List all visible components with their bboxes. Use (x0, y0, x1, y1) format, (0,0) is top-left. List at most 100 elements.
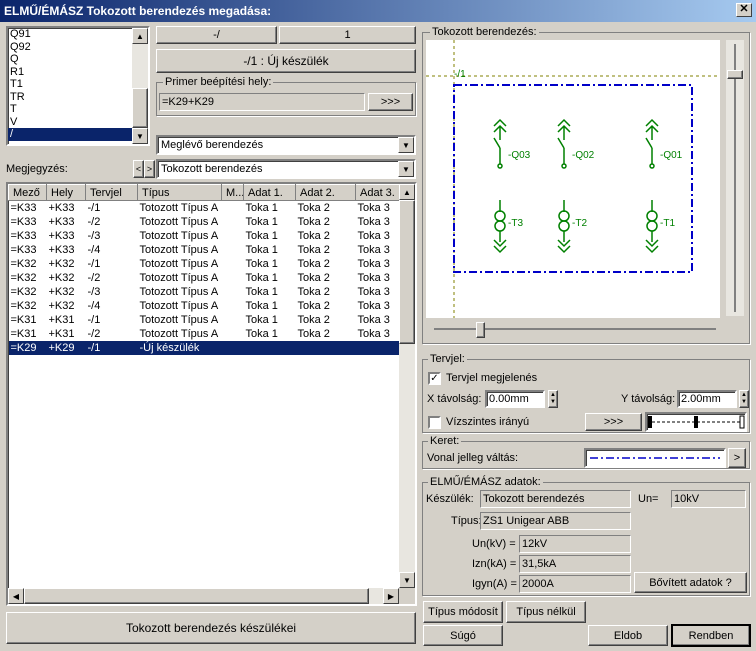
tervjel-more-button[interactable]: >>> (585, 413, 642, 431)
line-style-label: Vonal jelleg váltás: (427, 452, 519, 464)
list-scrollbar[interactable]: ▲ ▼ (132, 28, 148, 144)
zoom-hslider[interactable] (434, 320, 716, 340)
table-cell: +K31 (48, 313, 75, 326)
chevron-down-icon[interactable]: ▼ (398, 161, 414, 177)
list-item[interactable]: Q91 (8, 28, 132, 41)
column-header[interactable]: M... (221, 184, 244, 201)
table-row[interactable]: =K29 +K29 -/1 -Új készülék (8, 340, 402, 355)
type-modify-button[interactable]: Típus módosít (423, 601, 503, 623)
column-header[interactable]: Típus (137, 184, 222, 201)
table-cell (222, 201, 244, 215)
item-list[interactable]: Q91 Q92 Q R1 T1 TR T V / ▲ ▼ (6, 26, 150, 146)
table-vscrollbar[interactable]: ▲ ▼ (399, 184, 415, 588)
table-cell: =K32 (10, 271, 37, 284)
list-item[interactable]: / (8, 128, 132, 141)
hslider-thumb[interactable] (476, 322, 485, 338)
show-tervjel-checkbox[interactable]: ✓ (428, 372, 441, 385)
devices-button[interactable]: Tokozott berendezés készülékei (6, 612, 416, 644)
table-row[interactable]: =K32 +K32 -/2 Totozott Típus A Toka 1 Toka 2 T… (9, 271, 402, 285)
extended-data-button[interactable]: Bővített adatok ? (634, 572, 747, 593)
table-cell: -/1 (85, 340, 138, 355)
list-item[interactable]: T1 (8, 78, 132, 91)
column-header[interactable]: Adat 1. (243, 184, 296, 201)
list-item[interactable]: TR (8, 91, 132, 104)
table-row[interactable]: =K33 +K33 -/2 Totozott Típus A Toka 1 Toka 2 T… (9, 215, 402, 229)
line-style-button[interactable]: > (728, 448, 746, 468)
table-vscroll-thumb[interactable] (399, 200, 415, 344)
preview-canvas[interactable]: -/1 -Q03 -T3 -Q02 -T2 -Q01 -T1 (426, 40, 720, 318)
list-item[interactable]: R1 (8, 66, 132, 79)
list-item[interactable]: T (8, 103, 132, 116)
column-header[interactable]: Mező (8, 184, 47, 201)
column-header[interactable]: Adat 2. (295, 184, 356, 201)
number-button[interactable]: 1 (279, 26, 416, 44)
table-hscroll-thumb[interactable] (24, 588, 369, 604)
x-spin-icon[interactable]: ▲ ▼ (548, 390, 558, 408)
table-row[interactable]: =K33 +K33 -/3 Totozott Típus A Toka 1 Toka 2 T… (9, 229, 402, 243)
scroll-up-icon[interactable]: ▲ (399, 184, 415, 200)
x-distance-input[interactable]: 0.00mm (485, 390, 545, 408)
scroll-up-icon[interactable]: ▲ (132, 28, 148, 44)
table-row[interactable]: =K31 +K31 -/1 Totozott Típus A Toka 1 Toka 2 T… (9, 313, 402, 327)
close-button[interactable]: ✕ (736, 3, 752, 17)
scroll-right-icon[interactable]: ▶ (383, 588, 399, 604)
table-row[interactable]: =K31 +K31 -/2 Totozott Típus A Toka 1 Toka 2 T… (9, 327, 402, 341)
un-label: Un= (638, 493, 659, 505)
table-row[interactable]: =K33 +K33 -/4 Totozott Típus A Toka 1 Toka 2 T… (9, 243, 402, 257)
table-cell: =K31 (10, 313, 37, 326)
column-header[interactable]: Adat 3. (355, 184, 402, 201)
table-cell: Totozott Típus A (139, 299, 219, 312)
transformer-label: -T1 (660, 218, 675, 229)
table-cell: -/3 (87, 229, 101, 242)
scroll-thumb[interactable] (132, 88, 148, 128)
table-cell: -Új készülék (137, 340, 222, 355)
table-row[interactable]: =K32 +K32 -/1 Totozott Típus A Toka 1 Toka 2 T… (9, 257, 402, 271)
new-device-button[interactable]: -/1 : Új készülék (156, 49, 416, 73)
y-spin-icon[interactable]: ▲ ▼ (739, 390, 749, 408)
vslider-thumb[interactable] (727, 70, 743, 79)
table-row[interactable]: =K32 +K32 -/3 Totozott Típus A Toka 1 Toka 2 T… (9, 285, 402, 299)
discard-button[interactable]: Eldob (588, 625, 668, 646)
list-item[interactable]: Q (8, 53, 132, 66)
primer-field: =K29+K29 (159, 93, 365, 111)
y-distance-input[interactable]: 2.00mm (677, 390, 737, 408)
table-cell: =K33 (10, 201, 37, 214)
table-row[interactable]: =K32 +K32 -/4 Totozott Típus A Toka 1 Toka 2 T… (9, 299, 402, 313)
list-item[interactable]: Q92 (8, 41, 132, 54)
table-cell (222, 313, 244, 327)
line-style-preview[interactable] (584, 448, 726, 468)
prev-arrow-icon[interactable]: < (133, 160, 144, 178)
table-row[interactable]: =K33 +K33 -/1 Totozott Típus A Toka 1 Toka 2 T… (9, 201, 402, 215)
table-cell: =K29 (8, 340, 47, 355)
column-header[interactable]: Tervjel (85, 184, 138, 201)
table-cell: Totozott Típus A (139, 229, 219, 242)
switch-label: -Q01 (660, 150, 683, 161)
megjegyzes-select[interactable]: Tokozott berendezés ▼ (156, 159, 416, 179)
table-cell: -/1 (87, 313, 101, 326)
no-type-button[interactable]: Típus nélkül (506, 601, 586, 623)
help-button[interactable]: Súgó (423, 625, 503, 646)
table-cell: Toka 2 (297, 285, 330, 298)
table-cell (222, 271, 244, 285)
zoom-vslider[interactable] (726, 40, 744, 316)
meglevo-value: Meglévő berendezés (161, 139, 264, 151)
prefix-button[interactable]: -/ (156, 26, 277, 44)
table-cell: Toka 2 (297, 201, 330, 214)
table-hscrollbar[interactable]: ◀ ▶ (8, 588, 399, 604)
column-header[interactable]: Hely (46, 184, 86, 201)
next-arrow-icon[interactable]: > (144, 160, 155, 178)
ok-button[interactable]: Rendben (671, 624, 751, 647)
primer-browse-button[interactable]: >>> (368, 93, 413, 111)
chevron-down-icon[interactable]: ▼ (398, 137, 414, 153)
scroll-left-icon[interactable]: ◀ (8, 588, 24, 604)
scroll-down-icon[interactable]: ▼ (132, 128, 148, 144)
horizontal-checkbox[interactable] (428, 416, 441, 429)
table-cell: Toka 3 (357, 285, 390, 298)
table-cell: -/3 (87, 285, 101, 298)
meglevo-select[interactable]: Meglévő berendezés ▼ (156, 135, 416, 155)
list-item[interactable]: V (8, 116, 132, 129)
scroll-down-icon[interactable]: ▼ (399, 572, 415, 588)
position-selector[interactable] (645, 412, 747, 432)
table-cell: +K29 (46, 340, 86, 355)
device-table[interactable]: Mező Hely Tervjel Típus M... Adat 1. Adat 2. Ad… (6, 182, 417, 606)
